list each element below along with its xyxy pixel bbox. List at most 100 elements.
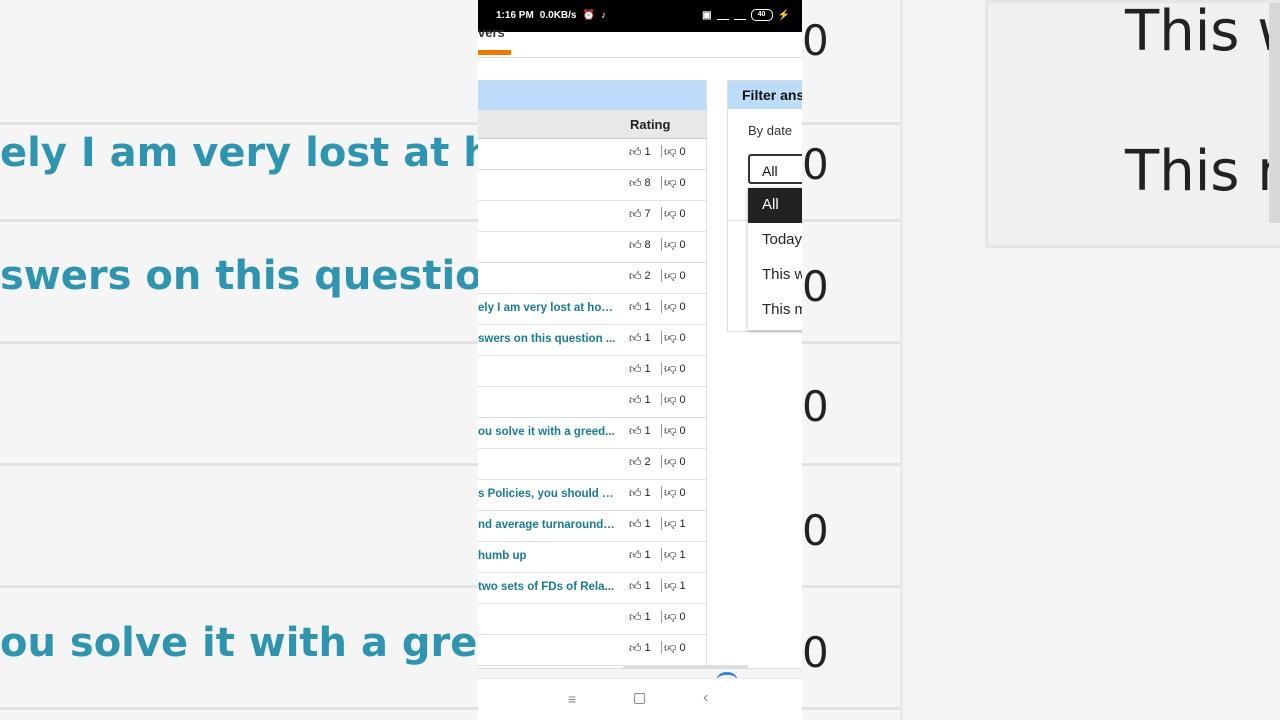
table-right-border [706,80,707,665]
thumbs-up-button[interactable]: 👍︎ 1 [629,518,651,530]
dropdown-option-today[interactable]: Today [748,223,802,258]
dropdown-option-all[interactable]: All [748,188,802,223]
thumbs-up-button[interactable]: 👍︎ 1 [629,487,651,499]
thumbs-down-button[interactable]: 👍︎ 0 [664,362,686,376]
thumbs-up-button[interactable]: 👍︎ 1 [629,549,651,561]
down-count: 1 [679,580,686,592]
thumbs-down-icon: 👍︎ [664,548,677,562]
thumbs-up-icon: 👍︎ [629,238,642,252]
thumbs-up-button[interactable]: 👍︎ 2 [629,456,651,468]
thumbs-down-button[interactable]: 👍︎ 1 [664,548,686,562]
table-row: ou solve it with a greed... 👍︎ 1 👍︎ 0 [478,418,706,449]
down-count: 0 [679,363,686,375]
thumbs-down-button[interactable]: 👍︎ 0 [664,455,686,469]
thumbs-down-icon: 👍︎ [664,238,677,252]
date-filter-select[interactable]: All [748,154,802,184]
thumbs-up-button[interactable]: 👍︎ 1 [629,580,651,592]
rating-separator [661,579,662,592]
thumbs-down-button[interactable]: 👍︎ 1 [664,579,686,593]
rating-separator [661,393,662,406]
thumbs-down-button[interactable]: 👍︎ 1 [664,517,686,531]
question-link[interactable]: s Policies, you should su... [478,488,616,500]
bg-divider [900,0,903,720]
thumbs-up-button[interactable]: 👍︎ 1 [629,425,651,437]
up-count: 1 [644,146,651,158]
menu-icon[interactable]: ≡ [568,691,576,707]
thumbs-down-button[interactable]: 👍︎ 0 [664,238,686,252]
thumbs-up-button[interactable]: 👍︎ 1 [629,332,651,344]
thumbs-down-button[interactable]: 👍︎ 0 [664,331,686,345]
thumbs-down-icon: 👍︎ [664,145,677,159]
tiktok-icon: ♪ [600,10,606,21]
bg-row-text: ou solve it with a greed [0,620,534,666]
thumbs-down-button[interactable]: 👍︎ 0 [664,424,686,438]
thumbs-down-button[interactable]: 👍︎ 0 [664,269,686,283]
home-icon[interactable] [634,693,645,704]
thumbs-down-button[interactable]: 👍︎ 0 [664,207,686,221]
up-count: 1 [644,611,651,623]
thumbs-up-button[interactable]: 👍︎ 2 [629,270,651,282]
down-count: 0 [679,456,686,468]
rating-separator [661,455,662,468]
dropdown-option-this-week[interactable]: This w [748,258,802,293]
down-count: 0 [679,301,686,313]
thumbs-down-icon: 👍︎ [664,176,677,190]
thumbs-down-icon: 👍︎ [664,641,677,655]
thumbs-down-icon: 👍︎ [664,269,677,283]
thumbs-up-button[interactable]: 👍︎ 1 [629,611,651,623]
down-count: 0 [679,394,686,406]
dropdown-option-this-month[interactable]: This m [748,293,802,328]
rating-separator [661,517,662,530]
thumbs-up-button[interactable]: 👍︎ 1 [629,642,651,654]
down-count: 1 [679,549,686,561]
up-count: 1 [644,580,651,592]
question-link[interactable]: ou solve it with a greed... [478,426,616,438]
back-icon[interactable]: ‹ [703,689,708,707]
thumbs-up-icon: 👍︎ [629,548,642,562]
filter-title-bar: Filter ans [728,81,802,109]
rating-column-header[interactable]: Rating [630,117,670,132]
thumbs-up-icon: 👍︎ [629,486,642,500]
down-count: 1 [679,518,686,530]
down-count: 0 [679,611,686,623]
rating-separator [661,548,662,561]
thumbs-down-button[interactable]: 👍︎ 0 [664,641,686,655]
table-row: s Policies, you should su... 👍︎ 1 👍︎ 0 [478,480,706,511]
down-count: 0 [679,208,686,220]
thumbs-up-button[interactable]: 👍︎ 1 [629,146,651,158]
thumbs-down-icon: 👍︎ [664,610,677,624]
sim-icon: ▣ [702,9,712,21]
thumbs-down-button[interactable]: 👍︎ 0 [664,145,686,159]
thumbs-up-icon: 👍︎ [629,331,642,345]
question-link[interactable]: nd average turnaround t... [478,519,616,531]
thumbs-down-button[interactable]: 👍︎ 0 [664,393,686,407]
thumbs-up-icon: 👍︎ [629,362,642,376]
status-right: ▣ 40 ⚡ [702,9,790,21]
thumbs-down-button[interactable]: 👍︎ 0 [664,176,686,190]
thumbs-up-button[interactable]: 👍︎ 8 [629,239,651,251]
question-link[interactable]: humb up [478,550,616,562]
thumbs-up-button[interactable]: 👍︎ 1 [629,301,651,313]
thumbs-up-icon: 👍︎ [629,424,642,438]
status-speed: 0.0KB/s [539,10,577,21]
down-count: 0 [679,642,686,654]
question-link[interactable]: ely I am very lost at how ... [478,302,616,314]
thumbs-up-icon: 👍︎ [629,300,642,314]
thumbs-up-icon: 👍︎ [629,641,642,655]
thumbs-up-button[interactable]: 👍︎ 1 [629,394,651,406]
tab-answers[interactable]: vers [478,25,505,40]
active-tab-indicator [478,50,511,55]
thumbs-down-button[interactable]: 👍︎ 0 [664,486,686,500]
thumbs-up-icon: 👍︎ [629,579,642,593]
thumbs-up-button[interactable]: 👍︎ 8 [629,177,651,189]
table-row: 👍︎ 1 👍︎ 0 [478,635,706,666]
thumbs-up-button[interactable]: 👍︎ 1 [629,363,651,375]
thumbs-down-button[interactable]: 👍︎ 0 [664,610,686,624]
up-count: 1 [644,425,651,437]
question-link[interactable]: two sets of FDs of Rela... [478,581,616,593]
signal-icon [716,10,729,20]
thumbs-up-button[interactable]: 👍︎ 7 [629,208,651,220]
thumbs-up-icon: 👍︎ [629,145,642,159]
thumbs-down-button[interactable]: 👍︎ 0 [664,300,686,314]
question-link[interactable]: swers on this question ... [478,333,616,345]
